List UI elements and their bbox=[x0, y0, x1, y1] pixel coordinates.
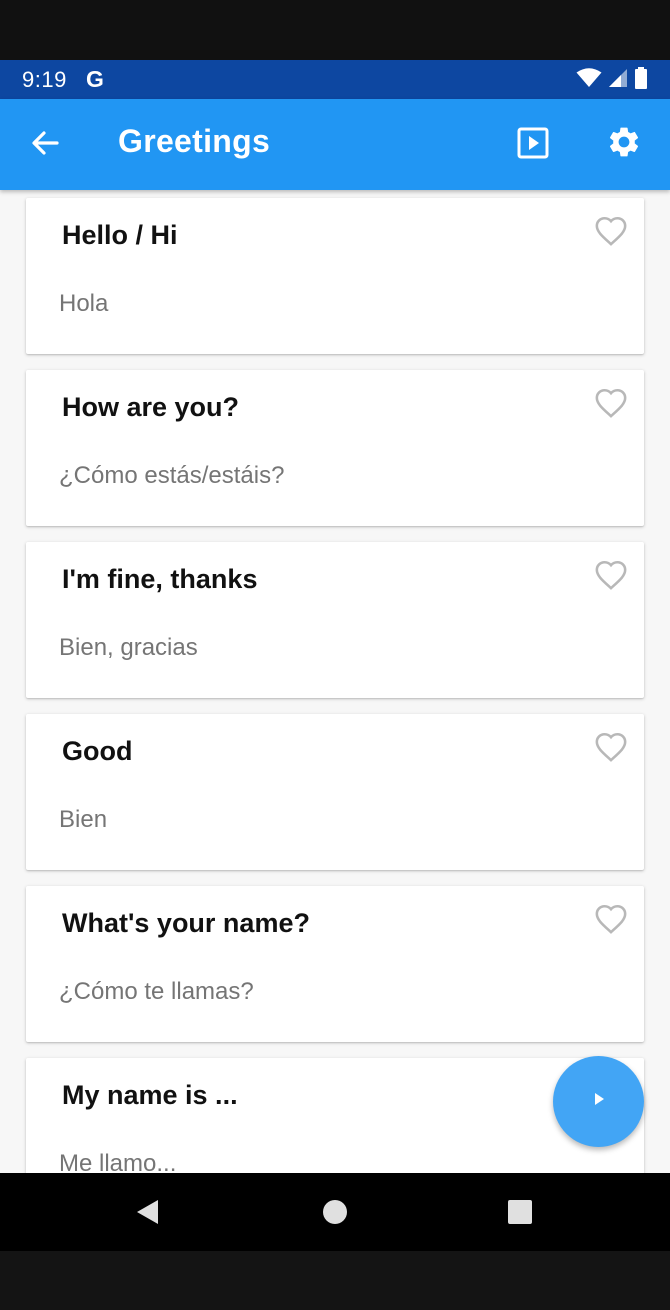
status-icons bbox=[576, 66, 648, 94]
wifi-icon bbox=[576, 67, 602, 93]
back-button[interactable] bbox=[24, 125, 66, 165]
phrase-list[interactable]: Hello / Hi Hola How are you? ¿Cómo estás… bbox=[0, 190, 670, 1173]
favorite-heart-icon[interactable] bbox=[594, 387, 628, 419]
settings-button[interactable] bbox=[603, 123, 645, 165]
phrase-text: Good bbox=[62, 736, 133, 766]
cell-signal-icon bbox=[608, 68, 628, 93]
translation-text: Me llamo... bbox=[59, 1150, 177, 1173]
google-indicator-icon: G bbox=[86, 66, 104, 92]
phrase-card[interactable]: Hello / Hi Hola bbox=[26, 198, 644, 354]
bottom-bezel bbox=[0, 1251, 670, 1310]
phrase-card[interactable]: My name is ... Me llamo... bbox=[26, 1058, 644, 1173]
phrase-card[interactable]: I'm fine, thanks Bien, gracias bbox=[26, 542, 644, 698]
translation-text: Hola bbox=[59, 290, 109, 317]
phrase-card[interactable]: How are you? ¿Cómo estás/estáis? bbox=[26, 370, 644, 526]
top-bezel bbox=[0, 0, 670, 60]
system-nav-bar bbox=[0, 1173, 670, 1251]
phrase-text: How are you? bbox=[62, 392, 240, 422]
translation-text: Bien bbox=[59, 806, 108, 833]
favorite-heart-icon[interactable] bbox=[594, 215, 628, 247]
slideshow-icon bbox=[516, 126, 550, 165]
phrase-text: What's your name? bbox=[62, 908, 310, 938]
favorite-heart-icon[interactable] bbox=[594, 559, 628, 591]
translation-text: ¿Cómo estás/estáis? bbox=[59, 462, 285, 489]
phrase-text: I'm fine, thanks bbox=[62, 564, 258, 594]
favorite-heart-icon[interactable] bbox=[594, 731, 628, 763]
status-bar: 9:19 G bbox=[0, 60, 670, 99]
phrase-text: Hello / Hi bbox=[62, 220, 178, 250]
battery-icon bbox=[634, 66, 648, 94]
nav-recents-icon[interactable] bbox=[507, 1199, 533, 1225]
phone-screen: 9:19 G Greetings Hello / Hi Hola How are… bbox=[0, 0, 670, 1310]
app-bar: Greetings bbox=[0, 99, 670, 190]
arrow-back-icon bbox=[30, 128, 60, 163]
play-icon bbox=[590, 1090, 608, 1113]
translation-text: ¿Cómo te llamas? bbox=[59, 978, 254, 1005]
settings-icon bbox=[606, 124, 642, 165]
favorite-heart-icon[interactable] bbox=[594, 903, 628, 935]
phrase-card[interactable]: What's your name? ¿Cómo te llamas? bbox=[26, 886, 644, 1042]
play-all-button[interactable] bbox=[553, 1056, 644, 1147]
phrase-text: My name is ... bbox=[62, 1080, 238, 1110]
translation-text: Bien, gracias bbox=[59, 634, 198, 661]
page-title: Greetings bbox=[118, 123, 271, 159]
phrase-card[interactable]: Good Bien bbox=[26, 714, 644, 870]
status-time: 9:19 bbox=[22, 67, 67, 92]
slideshow-button[interactable] bbox=[512, 124, 554, 166]
nav-back-icon[interactable] bbox=[134, 1197, 164, 1227]
nav-home-icon[interactable] bbox=[322, 1199, 348, 1225]
